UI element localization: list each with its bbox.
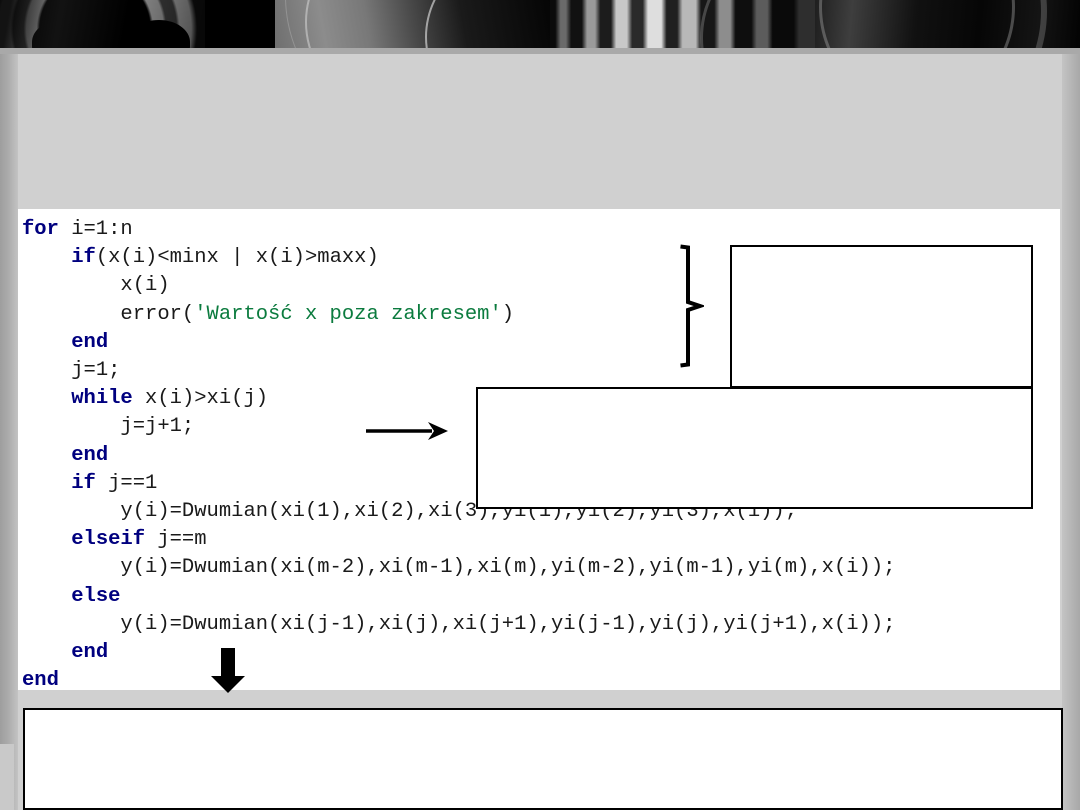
code-line: j=1; (22, 359, 120, 382)
code-line: y(i)=Dwumian(xi(m-2),xi(m-1),xi(m),yi(m-… (22, 556, 895, 579)
code-line: error('Wartość x poza zakresem') (22, 303, 514, 326)
code-token-kw: else (71, 584, 121, 608)
code-token-pl: j=j+1; (120, 415, 195, 439)
curly-brace-right (678, 244, 707, 368)
photo-panel-dark-ring (815, 0, 1080, 48)
code-token-pl: j==m (145, 528, 207, 552)
code-line: y(i)=Dwumian(xi(j-1),xi(j),xi(j+1),yi(j-… (22, 613, 895, 636)
code-token-pl: i=1:n (58, 218, 133, 241)
code-line: end (22, 444, 108, 467)
code-token-kw: end (22, 669, 59, 690)
arrow-down-icon (208, 648, 248, 694)
code-line: else (22, 585, 120, 608)
callout-box-top-right[interactable] (730, 245, 1033, 388)
photo-panel-curved-disc (275, 0, 550, 48)
code-line: elseif j==m (22, 528, 207, 552)
code-line: if j==1 (22, 472, 157, 495)
callout-box-middle[interactable] (476, 387, 1033, 509)
code-token-pl: j=1; (71, 359, 121, 383)
code-token-kw: elseif (71, 528, 146, 552)
callout-box-bottom[interactable] (23, 708, 1063, 810)
code-line: x(i) (22, 274, 170, 298)
code-token-kw: if (71, 471, 96, 495)
code-token-kw: end (71, 330, 109, 354)
left-edge-shading (0, 54, 18, 810)
code-token-pl: x(i) (120, 274, 170, 298)
code-token-kw: end (71, 641, 109, 665)
code-token-pl: ) (501, 302, 515, 326)
code-line: j=j+1; (22, 415, 194, 438)
code-token-pl: x(i)>xi(j) (132, 387, 269, 411)
code-token-pl: error( (120, 302, 195, 326)
slide-canvas: for i=1:n if(x(i)<minx | x(i)>maxx) x(i)… (0, 0, 1080, 810)
code-line: if(x(i)<minx | x(i)>maxx) (22, 246, 379, 269)
decorative-photo-strip (0, 0, 1080, 48)
code-token-pl: y(i)=Dwumian(xi(m-2),xi(m-1),xi(m),yi(m-… (120, 556, 896, 580)
code-line: end (22, 669, 59, 690)
code-line: end (22, 641, 108, 664)
code-token-str: 'Wartość x poza zakresem' (194, 302, 502, 326)
code-token-kw: if (71, 246, 96, 270)
code-token-pl: (x(i)<minx | x(i)>maxx) (95, 246, 379, 270)
code-line: for i=1:n (22, 218, 133, 241)
right-edge-shading (1062, 54, 1080, 810)
code-token-kw: end (71, 443, 109, 467)
photo-panel-wheel-spokes (0, 0, 275, 48)
photo-panel-striations (550, 0, 815, 48)
code-token-kw: for (22, 218, 59, 241)
code-line: while x(i)>xi(j) (22, 387, 268, 410)
code-token-pl: j==1 (95, 471, 158, 495)
code-line: end (22, 331, 108, 354)
code-token-kw: while (71, 387, 133, 411)
left-edge-shading-lower (0, 744, 14, 810)
code-token-pl: y(i)=Dwumian(xi(j-1),xi(j),xi(j+1),yi(j-… (120, 612, 896, 636)
arrow-right-icon (366, 418, 450, 444)
